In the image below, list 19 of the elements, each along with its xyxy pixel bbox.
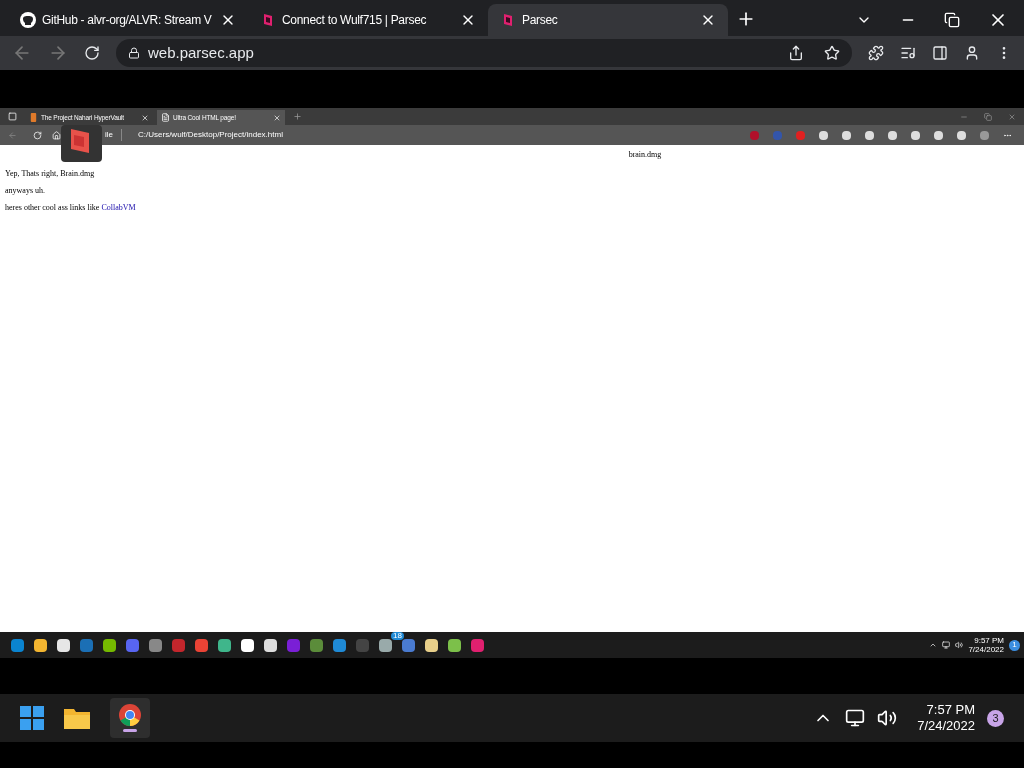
address-bar[interactable]: web.parsec.app (116, 39, 852, 67)
page-text: anyways uh. (5, 187, 46, 195)
tab-title: GitHub - alvr-org/ALVR: Stream V (42, 12, 213, 29)
page-heading: brain.dmg (628, 151, 662, 159)
collabvm-link[interactable]: CollabVM (101, 203, 136, 212)
clock[interactable]: 7:57 PM 7/24/2022 (917, 701, 975, 735)
address-label: ile (105, 129, 122, 141)
tab-title: Connect to Wulf715 | Parsec (282, 12, 428, 29)
clock[interactable]: 9:57 PM 7/24/2022 (968, 636, 1004, 654)
browser-tab[interactable]: Connect to Wulf715 | Parsec (248, 4, 488, 36)
url-text: C:/Users/wulf/Desktop/Project/index.html (138, 129, 284, 141)
browser-tab[interactable]: Parsec (488, 4, 728, 36)
page-text: Yep, Thats right, Brain.dmg (5, 170, 96, 178)
notification-badge[interactable]: 3 (987, 709, 1004, 727)
tab-title: Parsec (522, 12, 559, 29)
icon-badge: 18 (391, 632, 404, 640)
url-text: web.parsec.app (148, 42, 255, 63)
page-text: heres other cool ass links like CollabVM (5, 204, 137, 212)
browser-tab[interactable]: GitHub - alvr-org/ALVR: Stream V (8, 4, 248, 36)
